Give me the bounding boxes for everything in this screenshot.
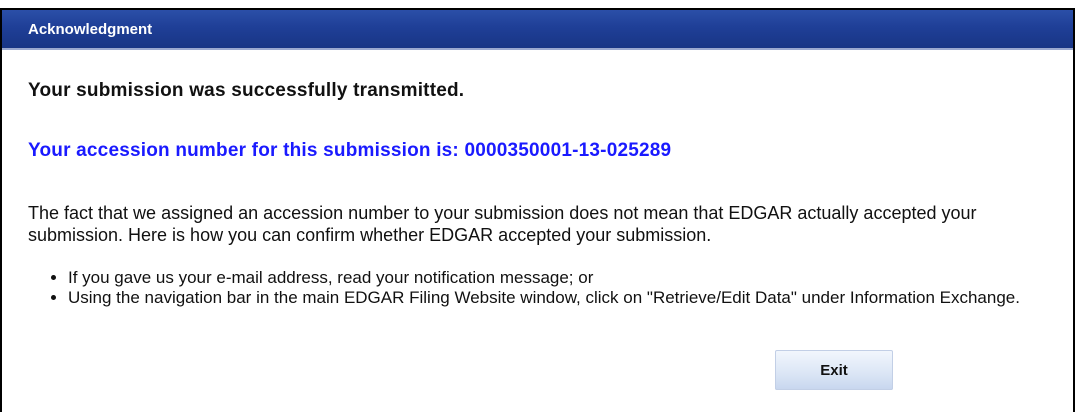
dialog-title: Acknowledgment <box>2 10 1073 50</box>
confirmation-steps-list: If you gave us your e-mail address, read… <box>28 268 1048 308</box>
accession-number-message: Your accession number for this submissio… <box>28 140 672 161</box>
list-item: If you gave us your e-mail address, read… <box>68 268 1048 288</box>
explanation-text: The fact that we assigned an accession n… <box>28 203 977 245</box>
dialog-content: Your submission was successfully transmi… <box>2 80 1073 308</box>
success-message: Your submission was successfully transmi… <box>28 80 465 101</box>
exit-button[interactable]: Exit <box>775 350 893 390</box>
list-item: Using the navigation bar in the main EDG… <box>68 288 1048 308</box>
acknowledgment-dialog: Acknowledgment Your submission was succe… <box>0 8 1075 412</box>
